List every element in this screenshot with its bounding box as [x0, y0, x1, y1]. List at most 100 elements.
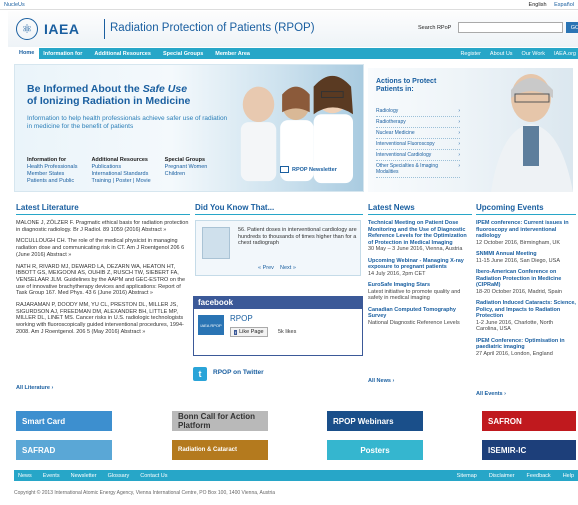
- banner-bonn-call[interactable]: Bonn Call for Action Platform: [172, 411, 268, 431]
- nav-home[interactable]: Home: [14, 48, 40, 59]
- rpop-page-logo[interactable]: IAEA RPOP: [198, 315, 224, 335]
- hero-title: Be Informed About the Safe Use of Ionizi…: [27, 83, 190, 107]
- nav-our-work[interactable]: Our Work: [522, 51, 545, 57]
- all-literature-link[interactable]: All Literature ›: [16, 385, 53, 391]
- hero-col-heading: Additional Resources: [91, 157, 148, 163]
- link-pregnant-women[interactable]: Pregnant Women: [165, 164, 208, 171]
- footer-sitemap[interactable]: Sitemap: [457, 473, 477, 479]
- prev-button[interactable]: « Prev: [258, 265, 274, 271]
- footer-nav: News Events Newsletter Glossary Contact …: [14, 470, 578, 481]
- facebook-like-button[interactable]: f Like Page: [230, 327, 268, 337]
- footer-help[interactable]: Help: [563, 473, 574, 479]
- footer-feedback[interactable]: Feedback: [527, 473, 551, 479]
- twitter-link[interactable]: RPOP on Twitter: [213, 369, 264, 376]
- upcoming-events-heading: Upcoming Events: [476, 203, 544, 212]
- envelope-icon: [280, 166, 289, 173]
- action-other-specialties[interactable]: Other Specialties & Imaging Modalities ›: [376, 161, 460, 178]
- section-divider: [476, 214, 576, 215]
- chevron-right-icon: ›: [458, 130, 460, 136]
- event-item[interactable]: IPEM Conference: Optimisation in paediat…: [476, 338, 576, 358]
- literature-entry[interactable]: MALONE J, ZÖLZER F. Pragmatic ethical ba…: [16, 220, 190, 233]
- section-divider: [16, 214, 190, 215]
- literature-entry[interactable]: RAJARAMAN P, DOODY MM, YU CL, PRESTON DL…: [16, 302, 190, 336]
- footer-events[interactable]: Events: [43, 473, 60, 479]
- doctor-photo: [491, 74, 573, 192]
- nav-register[interactable]: Register: [460, 51, 480, 57]
- event-item[interactable]: Ibero-American Conference on Radiation P…: [476, 269, 576, 295]
- footer-contact-us[interactable]: Contact Us: [140, 473, 167, 479]
- action-radiotherapy[interactable]: Radiotherapy ›: [376, 117, 460, 128]
- banner-safron[interactable]: SAFRON: [482, 411, 576, 431]
- search-go-button[interactable]: GO: [566, 22, 578, 33]
- action-interventional-cardiology[interactable]: Interventional Cardiology ›: [376, 150, 460, 161]
- banner-safrad[interactable]: SAFRAD: [16, 440, 112, 460]
- iaea-logo-text[interactable]: IAEA: [44, 21, 79, 37]
- action-radiology[interactable]: Radiology ›: [376, 106, 460, 117]
- link-health-professionals[interactable]: Health Professionals: [27, 164, 77, 171]
- link-member-states[interactable]: Member States: [27, 171, 77, 178]
- banner-smart-card[interactable]: Smart Card: [16, 411, 112, 431]
- link-children[interactable]: Children: [165, 171, 208, 178]
- banner-rpop-webinars[interactable]: RPOP Webinars: [327, 411, 423, 431]
- section-divider: [195, 214, 363, 215]
- lang-english[interactable]: English: [529, 2, 547, 8]
- event-item[interactable]: SNMMI Annual Meeting 11-15 June 2016, San…: [476, 251, 576, 264]
- link-patients-public[interactable]: Patients and Public: [27, 178, 77, 185]
- banner-radiation-cataract[interactable]: Radiation & Cataract: [172, 440, 268, 460]
- link-publications[interactable]: Publications: [91, 164, 150, 171]
- banner-posters[interactable]: Posters: [327, 440, 423, 460]
- footer-newsletter[interactable]: Newsletter: [71, 473, 97, 479]
- footer-news[interactable]: News: [18, 473, 32, 479]
- chevron-right-icon: ›: [458, 141, 460, 147]
- hero-col-information-for: Information for Health Professionals Mem…: [27, 157, 77, 185]
- nucleus-link[interactable]: NucleUs: [4, 2, 25, 8]
- next-button[interactable]: Next »: [280, 265, 296, 271]
- all-news-link[interactable]: All News ›: [368, 378, 394, 384]
- hero-col-special-groups: Special Groups Pregnant Women Children: [165, 157, 208, 185]
- events-list: IPEM conference: Current issues in fluor…: [476, 220, 576, 362]
- nav-about-us[interactable]: About Us: [490, 51, 513, 57]
- newsletter-label: RPOP Newsletter: [292, 166, 337, 173]
- section-divider: [368, 214, 472, 215]
- thumbs-up-icon: f: [234, 329, 238, 335]
- nav-member-area[interactable]: Member Area: [215, 51, 250, 57]
- literature-entry[interactable]: MCCULLOUGH CH. The role of the medical p…: [16, 238, 190, 258]
- banner-isemir-ic[interactable]: ISEMIR-IC: [482, 440, 576, 460]
- did-you-know-card: 56. Patient doses in interventional card…: [195, 220, 361, 276]
- news-item[interactable]: Technical Meeting on Patient Dose Monito…: [368, 220, 472, 253]
- event-item[interactable]: IPEM conference: Current issues in fluor…: [476, 220, 576, 246]
- news-item[interactable]: Upcoming Webinar - Managing X-ray exposu…: [368, 258, 472, 278]
- lang-espanol[interactable]: Español: [554, 2, 574, 8]
- footer-disclaimer[interactable]: Disclaimer: [489, 473, 515, 479]
- event-item[interactable]: Radiation Induced Cataracts: Science, Po…: [476, 300, 576, 333]
- nav-special-groups[interactable]: Special Groups: [163, 51, 203, 57]
- actions-title: Actions to Protect Patients in:: [376, 78, 437, 93]
- link-training-poster-movie[interactable]: Training | Poster | Movie: [91, 178, 150, 185]
- twitter-icon[interactable]: t: [193, 367, 207, 381]
- footer-glossary[interactable]: Glossary: [108, 473, 130, 479]
- did-you-know-heading: Did You Know That...: [195, 203, 275, 212]
- iaea-logo-icon[interactable]: ⚛: [16, 18, 38, 40]
- all-events-link[interactable]: All Events ›: [476, 391, 506, 397]
- chevron-right-icon: ›: [458, 108, 460, 114]
- nav-additional-resources[interactable]: Additional Resources: [94, 51, 151, 57]
- hero-col-additional-resources: Additional Resources Publications Intern…: [91, 157, 150, 185]
- news-list: Technical Meeting on Patient Dose Monito…: [368, 220, 472, 331]
- search-input[interactable]: [458, 22, 563, 33]
- nav-information-for[interactable]: Information for: [43, 51, 82, 57]
- action-interventional-fluoroscopy[interactable]: Interventional Fluoroscopy ›: [376, 139, 460, 150]
- news-item[interactable]: Canadian Computed Tomography Survey Natio…: [368, 307, 472, 327]
- facebook-page-name[interactable]: RPOP: [230, 314, 253, 323]
- chevron-right-icon: ›: [458, 152, 460, 158]
- footer-right: Sitemap Disclaimer Feedback Help: [449, 473, 578, 479]
- logo-divider: [104, 19, 105, 39]
- literature-entry[interactable]: NATH R, RIVARD MJ, DEWARD LA, DEZARN WA,…: [16, 264, 190, 298]
- news-item[interactable]: EuroSafe Imaging Stars Latest initiative …: [368, 282, 472, 302]
- action-nuclear-medicine[interactable]: Nuclear Medicine ›: [376, 128, 460, 139]
- like-label: Like Page: [239, 329, 264, 335]
- hero-link-columns: Information for Health Professionals Mem…: [27, 157, 221, 185]
- link-international-standards[interactable]: International Standards: [91, 171, 150, 178]
- newsletter-link[interactable]: RPOP Newsletter: [280, 166, 337, 173]
- nav-iaea-org[interactable]: IAEA.org: [554, 51, 576, 57]
- facebook-header: facebook: [194, 297, 362, 309]
